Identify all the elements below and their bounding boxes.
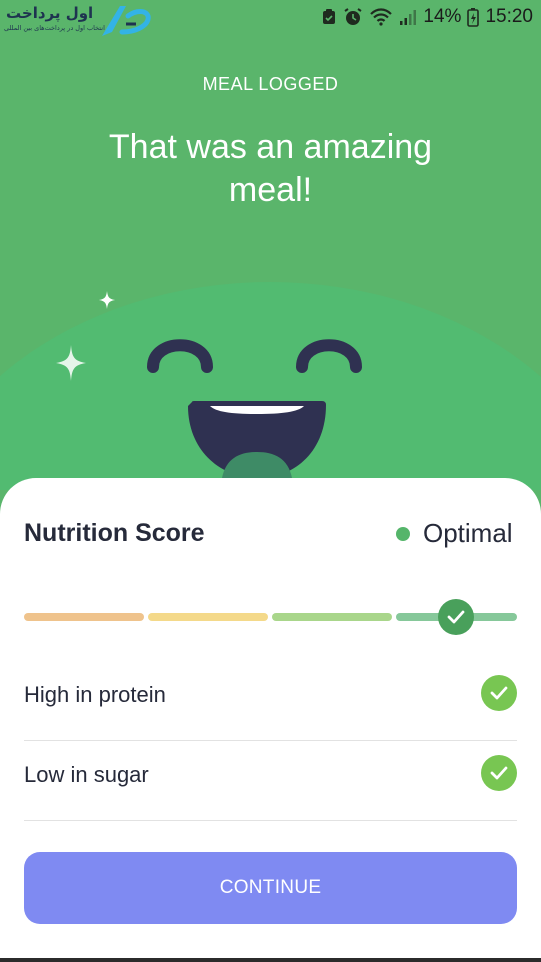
score-indicator-check-icon bbox=[438, 599, 474, 635]
score-segment-3 bbox=[272, 613, 392, 621]
meal-logged-label: MEAL LOGGED bbox=[202, 74, 339, 94]
continue-button[interactable]: CONTINUE bbox=[24, 852, 517, 924]
battery-percent: 14% bbox=[423, 6, 462, 27]
status-icons: 14% 15:20 bbox=[321, 5, 533, 29]
alarm-icon bbox=[344, 8, 362, 25]
notification-icon bbox=[323, 9, 336, 24]
navigation-bar-edge bbox=[0, 958, 541, 962]
logo-mark-icon bbox=[102, 6, 151, 36]
clock: 15:20 bbox=[485, 6, 533, 27]
brand-logo: اول پرداخت انتخاب اول در پرداخت‌های بین … bbox=[2, 2, 152, 36]
check-icon bbox=[481, 675, 517, 711]
highlight-row: High in protein bbox=[24, 660, 517, 741]
sparkle-icon bbox=[56, 345, 86, 381]
highlight-label: Low in sugar bbox=[24, 762, 149, 787]
meal-logged-screen: اول پرداخت انتخاب اول در پرداخت‌های بین … bbox=[0, 0, 541, 962]
score-segment-1 bbox=[24, 613, 144, 621]
wifi-icon bbox=[370, 8, 393, 26]
check-icon bbox=[481, 755, 517, 791]
logo-title: اول پرداخت bbox=[6, 4, 94, 22]
nutrition-status-label: Optimal bbox=[423, 518, 513, 548]
battery-charging-icon bbox=[467, 8, 480, 27]
highlight-row: Low in sugar bbox=[24, 740, 517, 821]
nutrition-score-title: Nutrition Score bbox=[24, 519, 205, 547]
status-bar: اول پرداخت انتخاب اول در پرداخت‌های بین … bbox=[0, 0, 541, 36]
score-segment-2 bbox=[148, 613, 268, 621]
page-title: That was an amazing meal! bbox=[108, 128, 433, 209]
signal-icon bbox=[400, 10, 417, 25]
status-dot-icon bbox=[396, 527, 410, 541]
logo-subtitle: انتخاب اول در پرداخت‌های بین المللی bbox=[4, 24, 105, 32]
sparkle-icon bbox=[99, 291, 115, 309]
highlight-label: High in protein bbox=[24, 682, 166, 707]
